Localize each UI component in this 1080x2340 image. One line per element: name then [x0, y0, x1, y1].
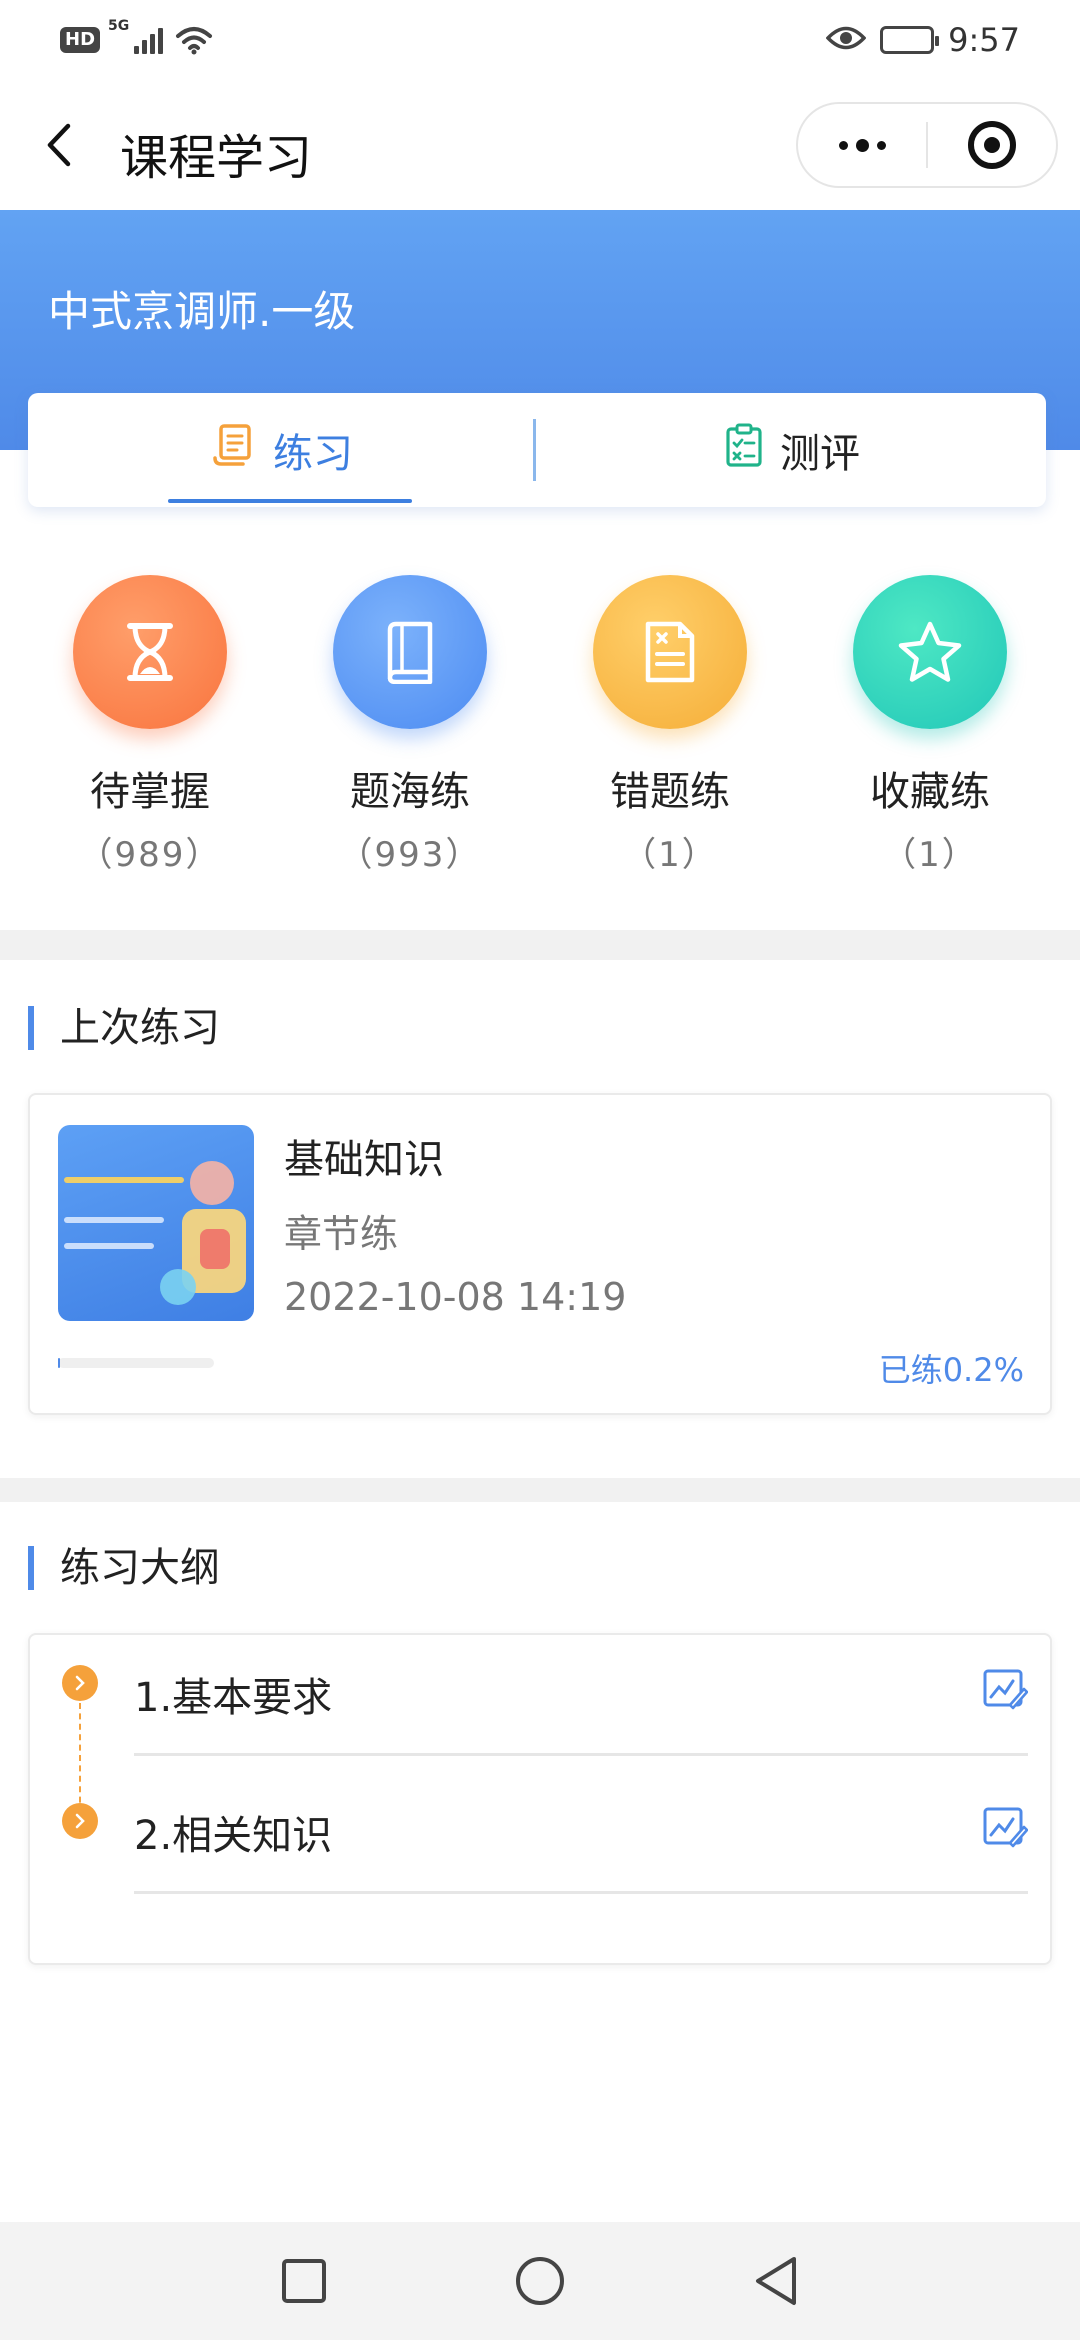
star-icon	[853, 575, 1007, 729]
mode-tabs: 练习 测评	[28, 393, 1046, 507]
divider	[134, 1753, 1028, 1756]
battery-icon	[880, 26, 940, 54]
tab-practice-label: 练习	[273, 431, 353, 477]
category-count: （989）	[78, 835, 222, 875]
category-wrong-questions[interactable]: 错题练 （1）	[570, 575, 770, 885]
category-count: （1）	[882, 835, 978, 875]
signal-icon: 5G	[108, 18, 164, 54]
tab-practice[interactable]: 练习	[28, 393, 536, 507]
wrong-doc-icon	[593, 575, 747, 729]
status-right: 9:57	[825, 21, 1020, 59]
chevron-right-icon	[62, 1665, 98, 1701]
tab-evaluation-label: 测评	[780, 431, 860, 477]
book-icon	[333, 575, 487, 729]
section-separator	[0, 930, 1080, 960]
system-nav-bar	[0, 2222, 1080, 2340]
clock: 9:57	[948, 21, 1020, 59]
tab-divider	[533, 419, 536, 481]
hd-badge: HD	[60, 27, 101, 53]
miniapp-capsule	[796, 102, 1058, 188]
last-practice-heading: 上次练习	[28, 1006, 220, 1050]
close-target-icon[interactable]	[928, 121, 1056, 169]
outline-card: 1.基本要求 2.相关知识	[28, 1633, 1052, 1965]
wifi-icon	[175, 25, 213, 55]
last-practice-title: 基础知识	[284, 1137, 444, 1183]
category-label: 错题练	[610, 769, 730, 815]
section-separator	[0, 1478, 1080, 1502]
hourglass-icon	[73, 575, 227, 729]
category-question-sea[interactable]: 题海练 （993）	[310, 575, 510, 885]
page-title: 课程学习	[120, 130, 313, 186]
category-favorites[interactable]: 收藏练 （1）	[830, 575, 1030, 885]
divider	[134, 1891, 1028, 1894]
category-label: 题海练	[350, 769, 470, 815]
network-type: 5G	[108, 18, 130, 34]
status-left: HD 5G	[60, 18, 213, 55]
back-triangle-icon[interactable]	[748, 2253, 804, 2309]
last-practice-time: 2022-10-08 14:19	[284, 1275, 627, 1319]
category-pending[interactable]: 待掌握 （989）	[50, 575, 250, 885]
home-icon[interactable]	[512, 2253, 568, 2309]
tab-evaluation[interactable]: 测评	[538, 393, 1046, 507]
last-practice-card[interactable]: 基础知识 章节练 2022-10-08 14:19 已练0.2%	[28, 1093, 1052, 1415]
edit-chart-icon[interactable]	[982, 1803, 1029, 1849]
category-label: 收藏练	[870, 769, 990, 815]
category-count: （1）	[622, 835, 718, 875]
outline-heading: 练习大纲	[28, 1546, 220, 1590]
back-arrow-icon[interactable]	[40, 120, 80, 170]
outline-item[interactable]: 2.相关知识	[30, 1773, 1054, 1911]
outline-item[interactable]: 1.基本要求	[30, 1635, 1054, 1773]
outline-item-label: 1.基本要求	[134, 1675, 333, 1721]
outline-item-label: 2.相关知识	[134, 1813, 333, 1859]
category-count: （993）	[338, 835, 482, 875]
category-label: 待掌握	[90, 769, 210, 815]
nav-bar: 课程学习	[0, 80, 1080, 210]
clipboard-check-icon	[724, 422, 764, 478]
progress-bar	[58, 1358, 214, 1368]
status-bar: HD 5G 9:57	[0, 0, 1080, 80]
progress-fill	[58, 1358, 61, 1368]
active-tab-indicator	[168, 499, 412, 503]
progress-text: 已练0.2%	[878, 1351, 1024, 1389]
course-thumbnail	[58, 1125, 254, 1321]
chevron-right-icon	[62, 1803, 98, 1839]
more-dots-icon[interactable]	[798, 138, 926, 152]
recent-apps-icon[interactable]	[276, 2253, 332, 2309]
edit-chart-icon[interactable]	[982, 1665, 1029, 1711]
course-name: 中式烹调师.一级	[48, 287, 356, 336]
eye-icon	[825, 21, 867, 59]
last-practice-type: 章节练	[284, 1212, 399, 1256]
scroll-icon	[211, 422, 257, 478]
